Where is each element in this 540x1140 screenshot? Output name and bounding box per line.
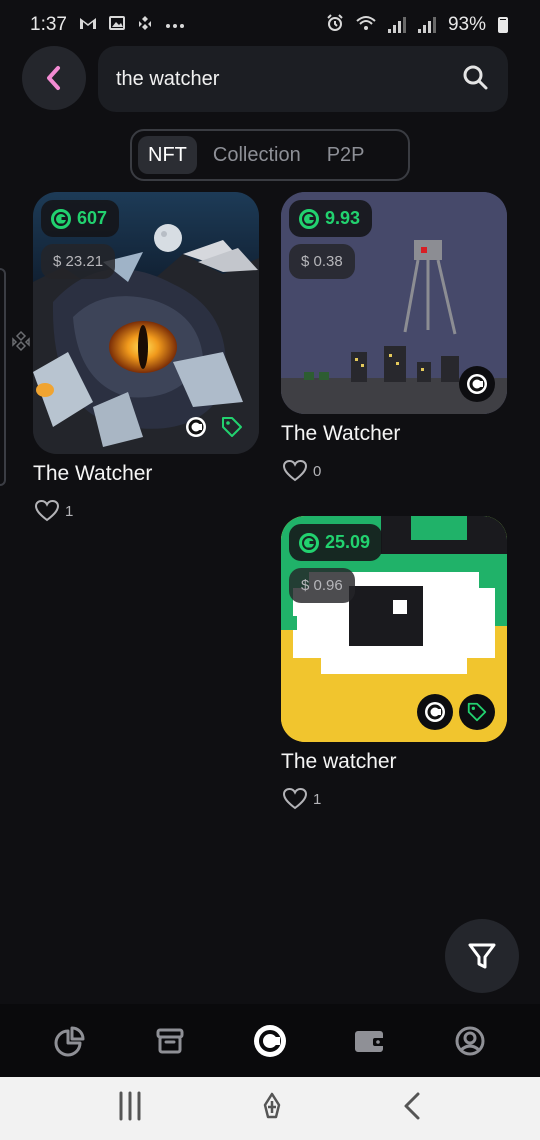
profile-icon [455, 1026, 485, 1055]
coin-icon [299, 208, 319, 229]
binance-icon [137, 15, 153, 36]
filter-button[interactable] [445, 919, 519, 993]
card-badges [417, 694, 495, 730]
likes-count: 1 [65, 502, 74, 520]
usd-price: $ 0.38 [289, 244, 355, 279]
price-badge: 607 [41, 200, 120, 237]
usd-price: $ 23.21 [41, 244, 116, 279]
nav-portfolio[interactable] [40, 1011, 100, 1071]
alarm-icon [326, 13, 344, 37]
status-bar: 1:37 93% [0, 0, 540, 50]
status-time: 1:37 [30, 14, 67, 35]
search-icon[interactable] [462, 64, 488, 95]
card-badges [459, 366, 495, 402]
nav-marketplace[interactable] [240, 1011, 300, 1071]
coin-icon [299, 532, 319, 553]
likes[interactable]: 1 [35, 500, 73, 522]
edge-panel-handle[interactable] [0, 268, 6, 486]
coin-logo-icon [254, 1024, 286, 1057]
nav-wallet[interactable] [340, 1011, 400, 1071]
likes[interactable]: 0 [283, 460, 321, 482]
status-right: 93% [326, 13, 508, 37]
tag-icon [217, 412, 247, 442]
heart-icon [283, 788, 307, 810]
coin-icon [51, 208, 71, 229]
nft-image: 607 $ 23.21 [33, 192, 259, 454]
price-badge: 9.93 [289, 200, 373, 237]
usd-price: $ 0.96 [289, 568, 355, 603]
portfolio-chart-icon [54, 1026, 85, 1056]
image-icon [108, 15, 125, 35]
nft-title: The watcher [281, 750, 397, 773]
result-type-tabs: NFT Collection P2P [130, 129, 410, 181]
more-dots-icon [165, 16, 185, 34]
nft-title: The Watcher [281, 422, 401, 445]
filter-icon [468, 943, 496, 969]
nft-card[interactable]: 607 $ 23.21 The Watcher 1 [33, 192, 259, 522]
recent-apps-button[interactable] [118, 1091, 142, 1126]
nav-profile[interactable] [440, 1011, 500, 1071]
battery-percent: 93% [447, 14, 486, 35]
edge-binance-icon [10, 330, 32, 357]
nft-image: 25.09 $ 0.96 [281, 516, 507, 742]
archive-box-icon [156, 1028, 184, 1053]
search-input[interactable] [116, 67, 436, 91]
tab-nft[interactable]: NFT [138, 136, 197, 174]
system-navigation [0, 1077, 540, 1140]
likes[interactable]: 1 [283, 788, 321, 810]
nft-card[interactable]: 9.93 $ 0.38 The Watcher 0 [281, 192, 507, 492]
system-back-button[interactable] [402, 1091, 422, 1126]
bottom-navigation [0, 1004, 540, 1077]
home-icon [263, 1092, 281, 1119]
wallet-icon [355, 1030, 385, 1052]
price-value: 25.09 [325, 532, 371, 552]
nft-image: 9.93 $ 0.38 [281, 192, 507, 414]
likes-count: 1 [313, 790, 322, 808]
price-value: 607 [77, 208, 108, 228]
coin-badge-icon [181, 412, 211, 442]
recent-apps-icon [119, 1091, 141, 1121]
card-badges [181, 412, 247, 442]
nav-archive[interactable] [140, 1011, 200, 1071]
price-badge: 25.09 [289, 524, 383, 561]
nft-title: The Watcher [33, 462, 153, 485]
heart-icon [283, 460, 307, 482]
wifi-icon [356, 15, 376, 36]
nft-card[interactable]: 25.09 $ 0.96 The watcher 1 [281, 516, 507, 812]
tab-collection[interactable]: Collection [203, 136, 311, 174]
likes-count: 0 [313, 462, 322, 480]
coin-badge-icon [459, 366, 495, 402]
back-icon [404, 1092, 420, 1120]
signal-icon [387, 17, 406, 33]
gmail-icon [79, 16, 97, 35]
tab-p2p[interactable]: P2P [317, 136, 375, 174]
battery-icon [498, 17, 508, 33]
tag-icon [459, 694, 495, 730]
search-box[interactable] [98, 46, 508, 112]
status-left: 1:37 [30, 14, 185, 36]
chevron-left-icon [47, 66, 60, 90]
coin-badge-icon [417, 694, 453, 730]
price-value: 9.93 [325, 208, 361, 228]
heart-icon [35, 500, 59, 522]
signal-icon [417, 17, 436, 33]
home-button[interactable] [259, 1091, 285, 1126]
back-button[interactable] [22, 46, 86, 110]
